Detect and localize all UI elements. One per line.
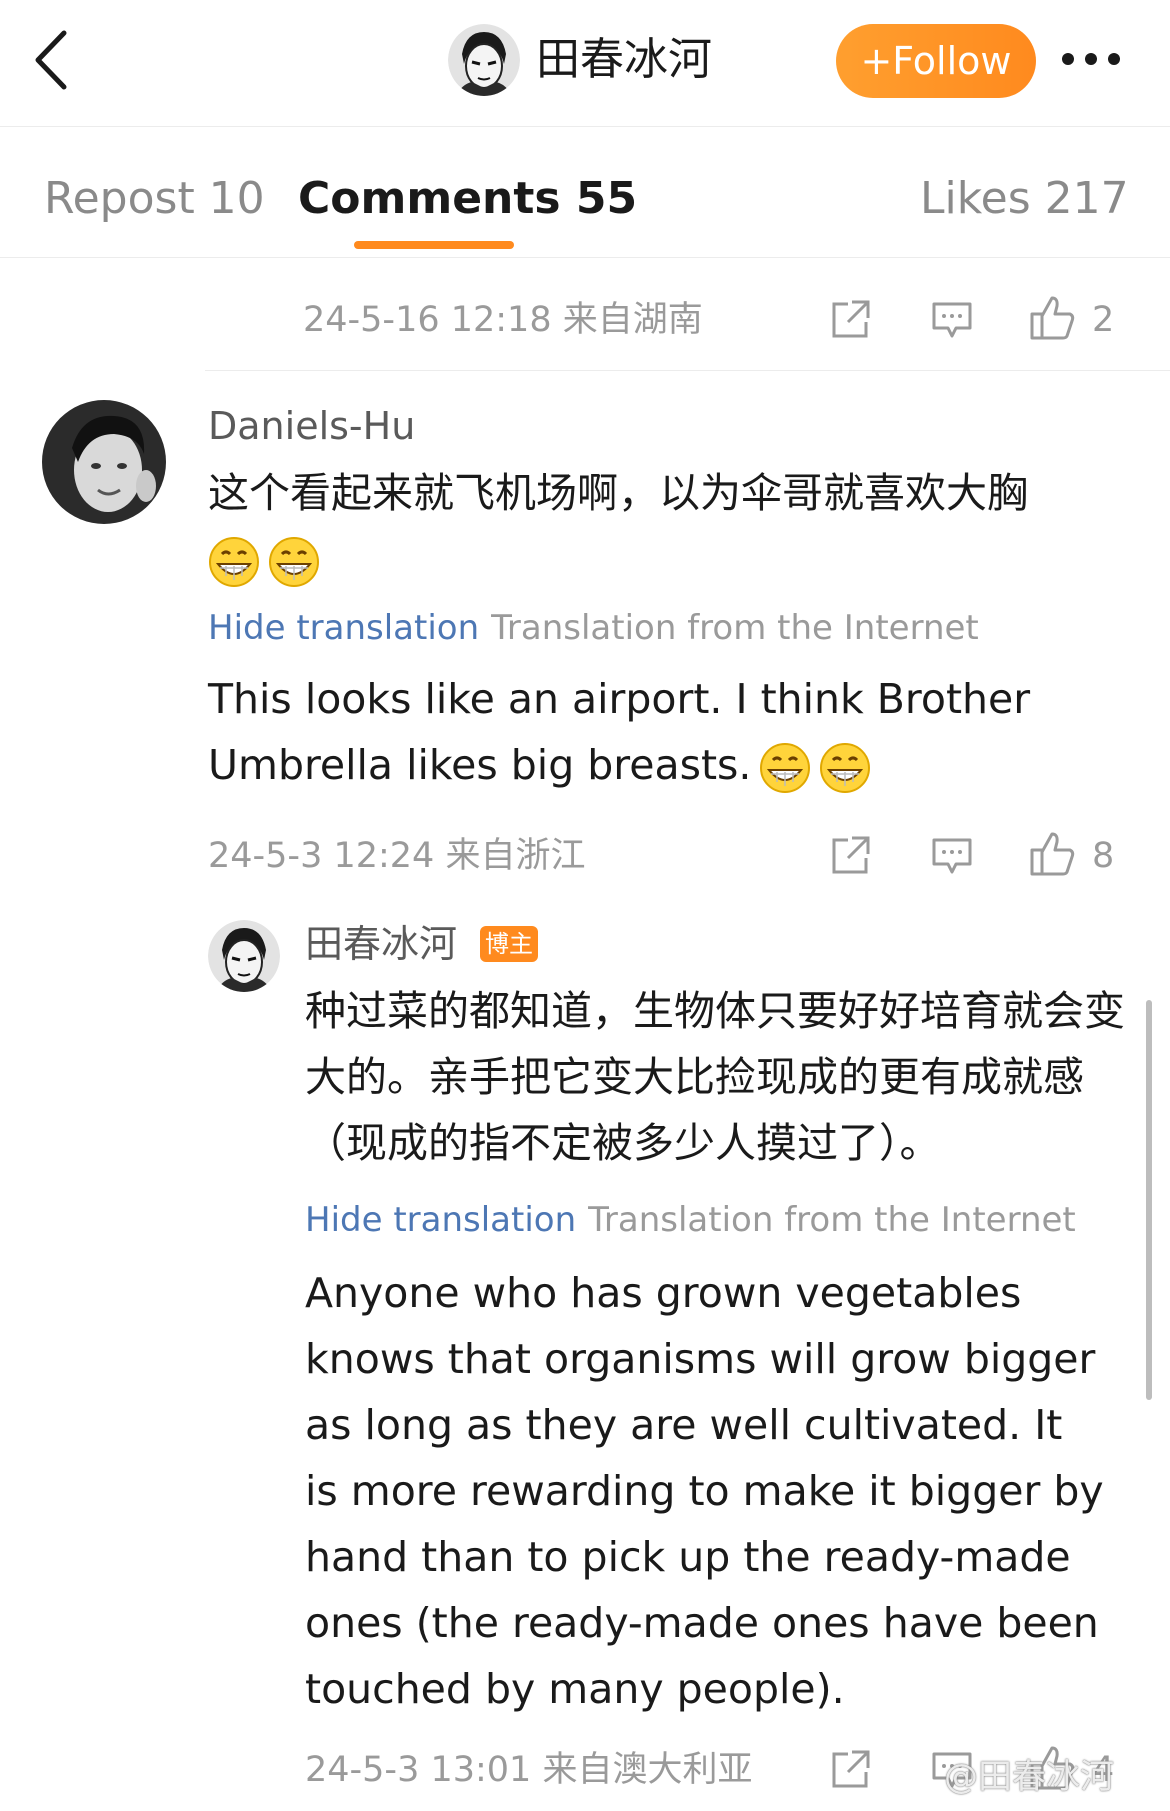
- tab-comments[interactable]: Comments 55: [298, 169, 637, 229]
- top-bar: 田春冰河 +Follow: [0, 0, 1170, 127]
- like-icon[interactable]: [1028, 830, 1075, 876]
- comment-text-body: 这个看起来就飞机场啊，以为伞哥就喜欢大胸: [208, 469, 1028, 517]
- like-count: 8: [1092, 836, 1115, 876]
- comment-meta: 24-5-3 13:01 来自澳大利亚: [305, 1750, 753, 1790]
- more-icon[interactable]: [1056, 44, 1126, 74]
- tab-repost[interactable]: Repost 10: [44, 169, 265, 229]
- hide-translation-link[interactable]: Hide translation: [208, 608, 479, 648]
- author-name[interactable]: 田春冰河: [536, 30, 712, 90]
- translated-text: Anyone who has grown vegetables knows th…: [305, 1269, 1104, 1713]
- comment-text: 这个看起来就飞机场啊，以为伞哥就喜欢大胸: [208, 460, 1108, 592]
- share-icon[interactable]: [828, 298, 872, 342]
- translation-source: Translation from the Internet: [588, 1200, 1076, 1240]
- active-tab-indicator: [354, 241, 514, 249]
- divider: [205, 370, 1170, 371]
- share-icon[interactable]: [828, 1748, 872, 1792]
- like-count: 2: [1092, 300, 1115, 340]
- grin-emoji: [759, 742, 811, 794]
- grin-emoji: [819, 742, 871, 794]
- comment-meta: 24-5-16 12:18 来自湖南: [303, 300, 703, 340]
- author-badge: 博主: [480, 926, 538, 962]
- reply-avatar[interactable]: [208, 920, 280, 992]
- commenter-name[interactable]: Daniels-Hu: [208, 400, 415, 452]
- scrollbar[interactable]: [1146, 1000, 1152, 1400]
- author-avatar[interactable]: [448, 24, 520, 96]
- translated-text-body: This looks like an airport. I think Brot…: [208, 675, 1031, 789]
- reply-icon[interactable]: [930, 298, 974, 342]
- grin-emoji: [268, 536, 320, 588]
- reply-icon[interactable]: [930, 834, 974, 878]
- tab-bar: Repost 10 Comments 55 Likes 217: [0, 127, 1170, 258]
- back-icon[interactable]: [30, 25, 80, 95]
- translation-source: Translation from the Internet: [491, 608, 979, 648]
- watermark: @田春冰河: [944, 1757, 1114, 1797]
- share-icon[interactable]: [828, 834, 872, 878]
- translated-text: This looks like an airport. I think Brot…: [208, 666, 1088, 798]
- reply-author-name[interactable]: 田春冰河: [305, 918, 457, 970]
- comment-meta: 24-5-3 12:24 来自浙江: [208, 836, 586, 876]
- like-icon[interactable]: [1028, 294, 1075, 340]
- tab-likes[interactable]: Likes 217: [920, 169, 1129, 229]
- commenter-avatar[interactable]: [42, 400, 166, 524]
- grin-emoji: [208, 536, 260, 588]
- translation-bar: Hide translation Translation from the Int…: [305, 1196, 1076, 1244]
- hide-translation-link[interactable]: Hide translation: [305, 1200, 576, 1240]
- reply-text: 种过菜的都知道，生物体只要好好培育就会变大的。亲手把它变大比捡现成的更有成就感（…: [305, 987, 1125, 1167]
- follow-button[interactable]: +Follow: [836, 24, 1036, 98]
- translation-bar: Hide translation Translation from the Int…: [208, 604, 979, 652]
